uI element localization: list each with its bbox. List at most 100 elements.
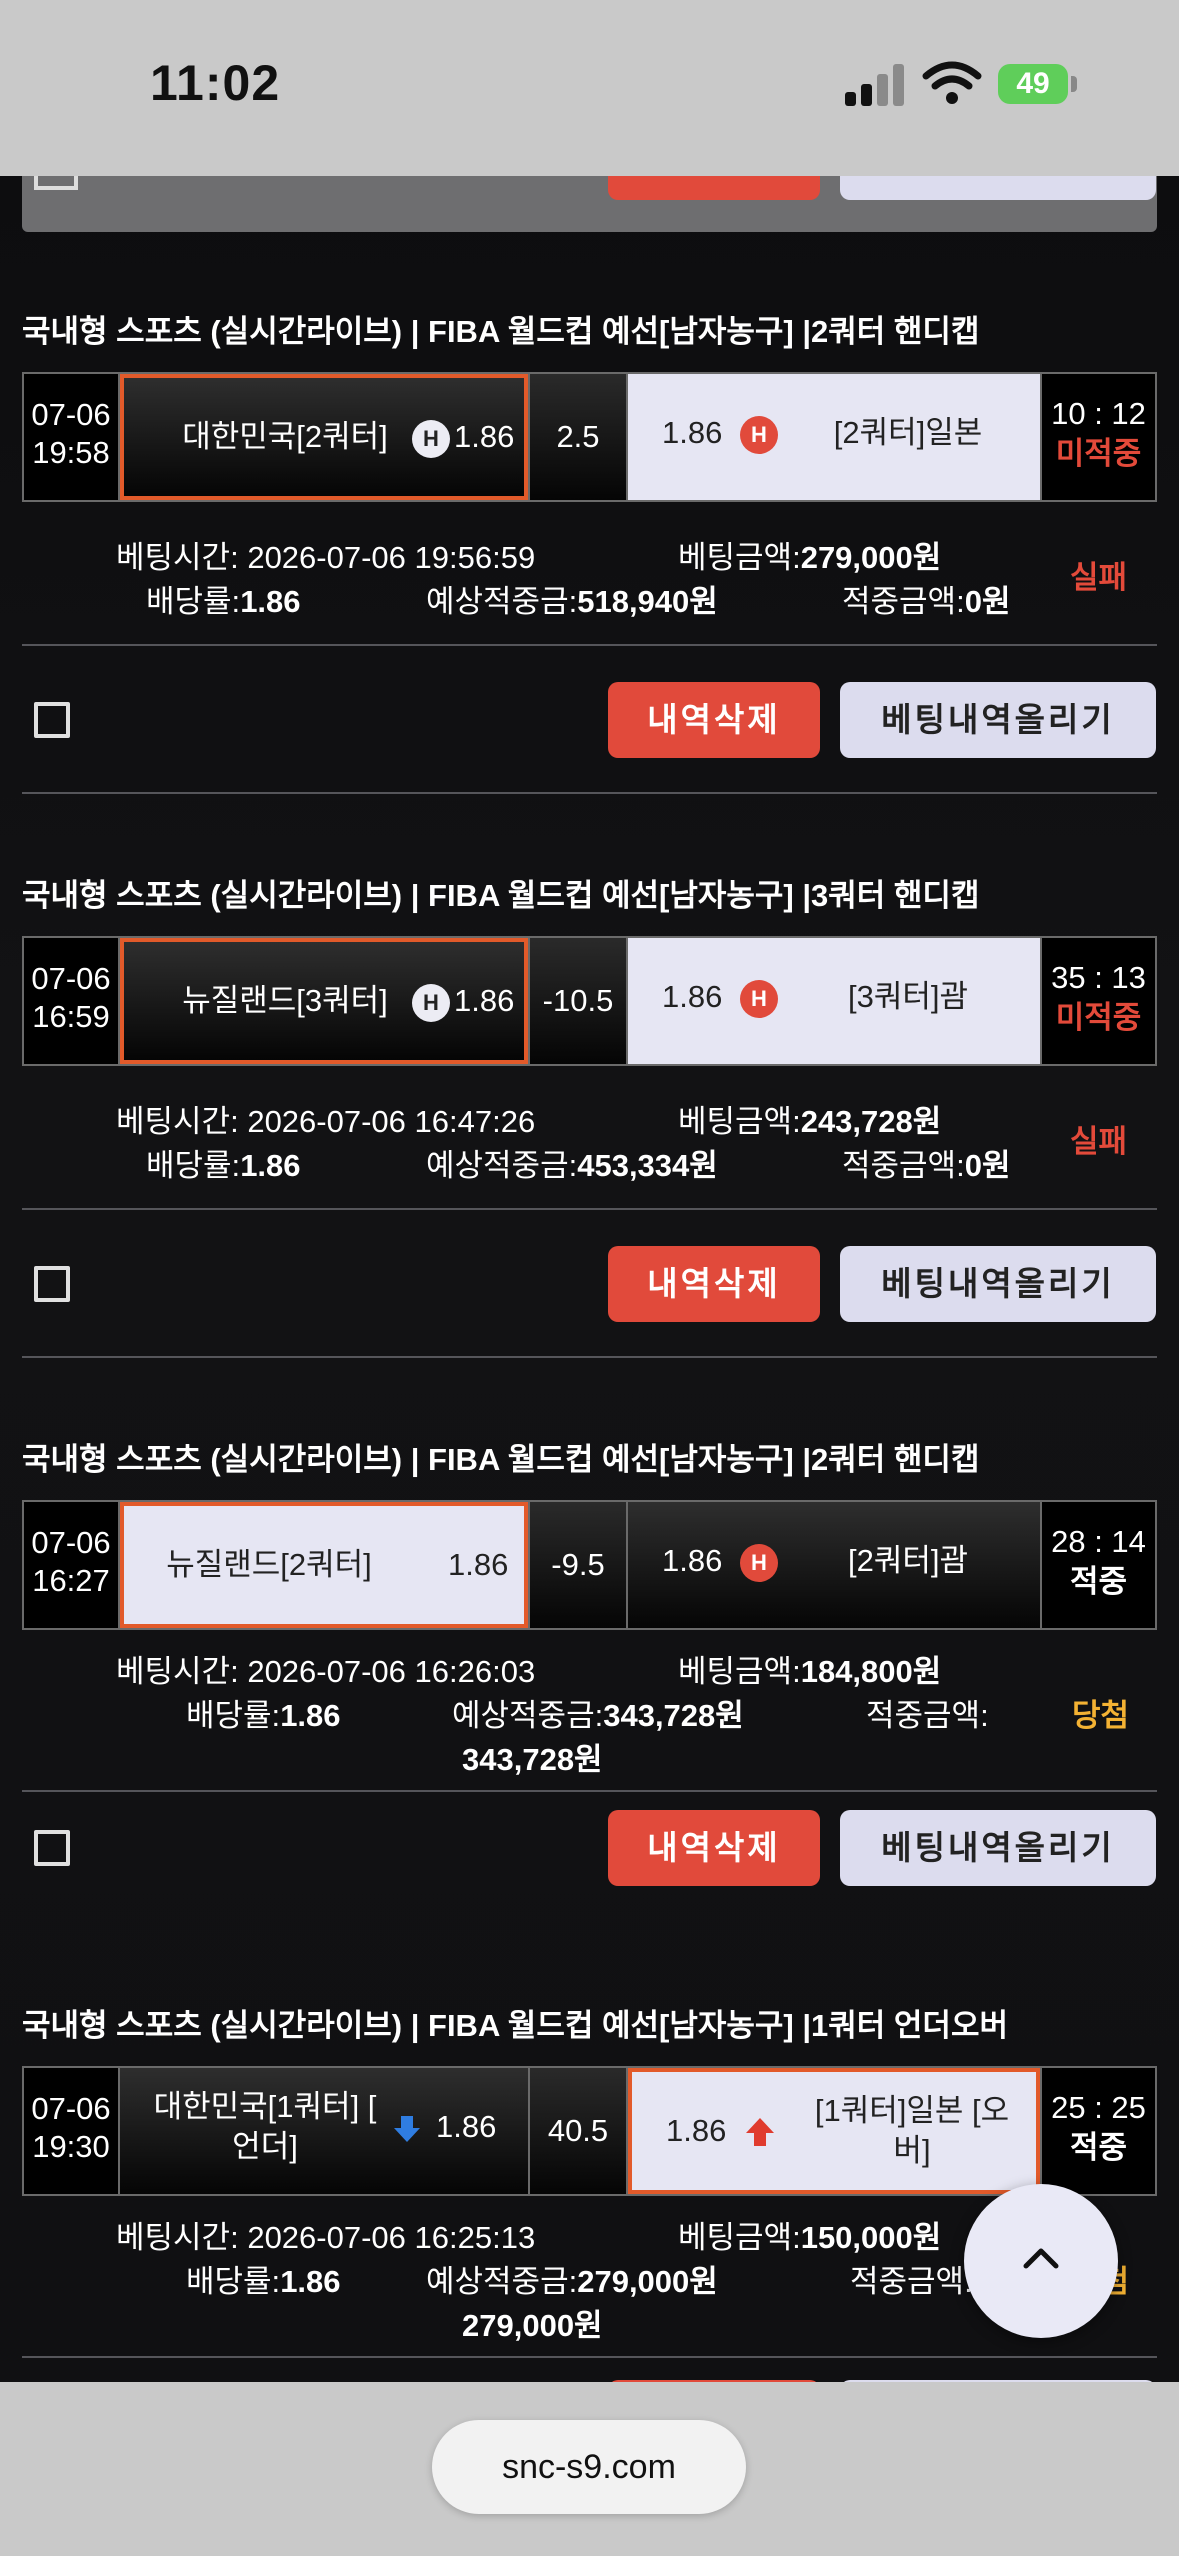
bet-title: 국내형 스포츠 (실시간라이브) | FIBA 월드컵 예선[남자농구] |2쿼… <box>22 314 980 349</box>
url-bar[interactable]: snc-s9.com <box>432 2420 746 2514</box>
match-date: 07-06 <box>31 1525 111 1560</box>
bet-title: 국내형 스포츠 (실시간라이브) | FIBA 월드컵 예선[남자농구] |2쿼… <box>22 1442 980 1477</box>
divider <box>22 2356 1157 2358</box>
win-label: 적중금액: <box>842 1148 965 1183</box>
home-selection[interactable]: 뉴질랜드[3쿼터] H 1.86 <box>120 938 528 1064</box>
battery-icon: 49 <box>998 64 1068 104</box>
expected-payout: 예상적중금:453,334원 <box>426 1140 718 1185</box>
divider <box>22 1208 1157 1210</box>
bet-amount: 베팅금액:279,000원 <box>678 532 941 577</box>
match-status: 미적중 <box>1055 436 1142 471</box>
odds-label: 배당률: <box>186 2264 281 2299</box>
upload-history-button[interactable]: 베팅내역올리기 <box>840 1810 1156 1886</box>
win-value: 0원 <box>964 1148 1011 1183</box>
match-datetime: 07-06 19:30 <box>24 2068 120 2194</box>
win-value: 343,728원 <box>462 1742 603 1777</box>
handicap-line[interactable]: -10.5 <box>528 938 628 1064</box>
bet-amount-value: 243,728원 <box>800 1104 942 1139</box>
total-line[interactable]: 40.5 <box>528 2068 628 2194</box>
away-odd: 1.86 <box>666 2113 727 2148</box>
previous-entry-checkbox[interactable] <box>34 176 78 190</box>
away-odd: 1.86 <box>662 979 723 1014</box>
odds: 배당률:1.86 <box>186 1690 341 1735</box>
match-time: 19:30 <box>32 2129 110 2164</box>
score: 10 : 12 <box>1051 396 1146 431</box>
bet-amount-label: 베팅금액: <box>678 540 801 575</box>
wifi-icon <box>922 61 982 104</box>
chevron-up-icon <box>1023 2248 1059 2269</box>
away-selection[interactable]: 1.86 H [2쿼터]일본 <box>628 374 1040 500</box>
win-amount: 적중금액:0원 <box>842 576 1010 621</box>
win-label: 적중금액: <box>866 1698 989 1733</box>
delete-history-button[interactable]: 내역삭제 <box>608 1246 820 1322</box>
bet-match-row: 07-06 16:59 뉴질랜드[3쿼터] H 1.86 -10.5 1.86 … <box>22 936 1157 1066</box>
odds-value: 1.86 <box>240 1148 301 1183</box>
select-checkbox[interactable] <box>34 1266 70 1302</box>
bet-amount: 베팅금액:150,000원 <box>678 2212 941 2257</box>
bet-time-value: 2026-07-06 19:56:59 <box>247 540 536 575</box>
odds-label: 배당률: <box>146 1148 241 1183</box>
score-cell: 10 : 12 미적중 <box>1040 374 1155 500</box>
score: 25 : 25 <box>1051 2090 1146 2125</box>
away-team: [2쿼터]일본 <box>833 415 983 450</box>
select-checkbox[interactable] <box>34 702 70 738</box>
odds: 배당률:1.86 <box>146 1140 301 1185</box>
handicap-line[interactable]: -9.5 <box>528 1502 628 1628</box>
odds-value: 1.86 <box>280 2264 341 2299</box>
expected-payout: 예상적중금:343,728원 <box>452 1690 744 1735</box>
match-time: 16:27 <box>32 1563 110 1598</box>
bet-history-list[interactable]: 국내형 스포츠 (실시간라이브) | FIBA 월드컵 예선[남자농구] |2쿼… <box>0 176 1179 2382</box>
upload-history-button[interactable]: 베팅내역올리기 <box>840 682 1156 758</box>
away-team: [3쿼터]괌 <box>847 979 969 1014</box>
win-label: 적중금액: <box>842 584 965 619</box>
home-odd: 1.86 <box>454 983 515 1018</box>
status-bar: 11:02 49 <box>0 0 1179 176</box>
expected-label: 예상적중금: <box>426 1148 578 1183</box>
match-time: 19:58 <box>32 435 110 470</box>
delete-history-button[interactable]: 내역삭제 <box>608 1810 820 1886</box>
home-selection[interactable]: 대한민국[1쿼터] [ 언더] 1.86 <box>120 2068 528 2194</box>
expected-payout: 예상적중금:518,940원 <box>426 576 718 621</box>
expected-label: 예상적중금: <box>452 1698 604 1733</box>
match-status: 적중 <box>1069 2130 1128 2165</box>
away-selection[interactable]: 1.86 [1쿼터]일본 [오 버] <box>628 2068 1040 2194</box>
away-team: [2쿼터]괌 <box>847 1543 969 1578</box>
bet-time-value: 2026-07-06 16:47:26 <box>247 1104 536 1139</box>
divider <box>22 1790 1157 1792</box>
match-time: 16:59 <box>32 999 110 1034</box>
bet-amount-value: 184,800원 <box>800 1654 942 1689</box>
win-amount: 적중금액:0원 <box>842 1140 1010 1185</box>
bet-time: 베팅시간: 2026-07-06 16:26:03 <box>116 1646 535 1691</box>
previous-delete-button[interactable] <box>608 176 820 200</box>
browser-bottom-bar: snc-s9.com <box>0 2382 1179 2556</box>
expected-label: 예상적중금: <box>426 584 578 619</box>
divider <box>22 644 1157 646</box>
home-team: 뉴질랜드[2쿼터] <box>166 1547 372 1582</box>
home-selection[interactable]: 뉴질랜드[2쿼터] 1.86 <box>120 1502 528 1628</box>
score: 35 : 13 <box>1051 960 1146 995</box>
score: 28 : 14 <box>1051 1524 1146 1559</box>
home-team: 대한민국[1쿼터] [ 언더] <box>130 2068 400 2186</box>
bet-time: 베팅시간: 2026-07-06 19:56:59 <box>116 532 535 577</box>
away-selection[interactable]: 1.86 H [2쿼터]괌 <box>628 1502 1040 1628</box>
home-selection[interactable]: 대한민국[2쿼터] H 1.86 <box>120 374 528 500</box>
away-selection[interactable]: 1.86 H [3쿼터]괌 <box>628 938 1040 1064</box>
win-label: 적중금액: <box>850 2264 973 2299</box>
previous-upload-button[interactable] <box>840 176 1156 200</box>
delete-history-button[interactable]: 내역삭제 <box>608 682 820 758</box>
handicap-line[interactable]: 2.5 <box>528 374 628 500</box>
bet-time-label: 베팅시간: <box>116 1104 239 1139</box>
away-odd: 1.86 <box>662 415 723 450</box>
bet-match-row: 07-06 16:27 뉴질랜드[2쿼터] 1.86 -9.5 1.86 H [… <box>22 1500 1157 1630</box>
handicap-badge-icon: H <box>740 1544 778 1582</box>
scroll-top-button[interactable] <box>964 2184 1118 2338</box>
upload-history-button[interactable]: 베팅내역올리기 <box>840 1246 1156 1322</box>
win-value: 279,000원 <box>462 2308 603 2343</box>
bet-match-row: 07-06 19:58 대한민국[2쿼터] H 1.86 2.5 1.86 H … <box>22 372 1157 502</box>
select-checkbox[interactable] <box>34 1830 70 1866</box>
under-arrow-icon <box>394 2116 420 2142</box>
odds: 배당률:1.86 <box>186 2256 341 2301</box>
away-team-line1: [1쿼터]일본 [오 <box>814 2093 1010 2128</box>
bet-amount-label: 베팅금액: <box>678 2220 801 2255</box>
home-odd: 1.86 <box>454 419 515 454</box>
